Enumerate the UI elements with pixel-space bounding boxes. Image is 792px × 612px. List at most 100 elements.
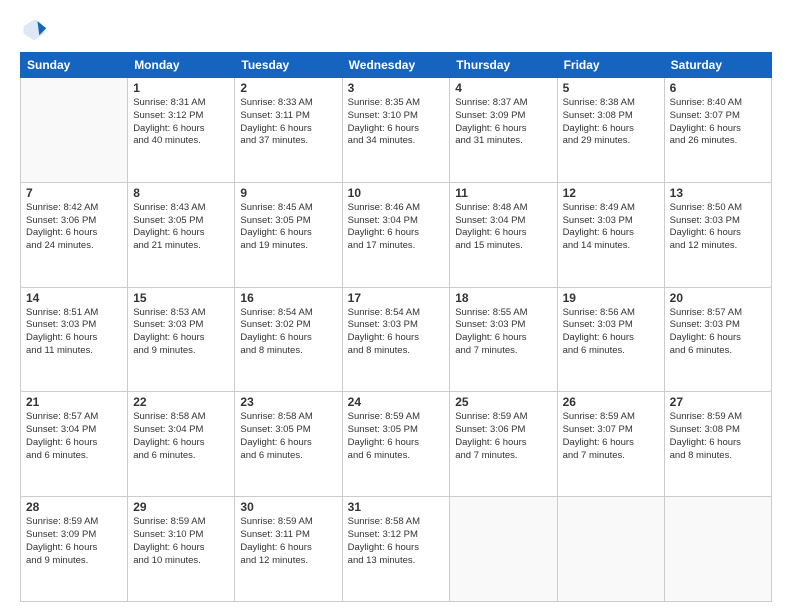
day-number: 29 — [133, 500, 229, 514]
day-number: 31 — [348, 500, 445, 514]
calendar-cell: 22 Sunrise: 8:58 AM Sunset: 3:04 PM Dayli… — [128, 392, 235, 497]
day-info: Sunrise: 8:59 AM Sunset: 3:09 PM Dayligh… — [26, 516, 122, 567]
day-number: 7 — [26, 186, 122, 200]
calendar-cell: 23 Sunrise: 8:58 AM Sunset: 3:05 PM Dayli… — [235, 392, 342, 497]
day-info: Sunrise: 8:58 AM Sunset: 3:04 PM Dayligh… — [133, 411, 229, 462]
calendar-cell: 14Sunrise: 8:51 AM Sunset: 3:03 PM Dayli… — [21, 287, 128, 392]
day-info: Sunrise: 8:59 AM Sunset: 3:05 PM Dayligh… — [348, 411, 445, 462]
day-number: 25 — [455, 395, 551, 409]
calendar-cell: 3 Sunrise: 8:35 AM Sunset: 3:10 PM Daylig… — [342, 78, 450, 183]
header-wednesday: Wednesday — [342, 53, 450, 78]
day-number: 10 — [348, 186, 445, 200]
day-info: Sunrise: 8:53 AM Sunset: 3:03 PM Dayligh… — [133, 307, 229, 358]
day-info: Sunrise: 8:50 AM Sunset: 3:03 PM Dayligh… — [670, 202, 766, 253]
day-number: 2 — [240, 81, 336, 95]
calendar-cell: 29Sunrise: 8:59 AM Sunset: 3:10 PM Dayli… — [128, 497, 235, 602]
day-info: Sunrise: 8:57 AM Sunset: 3:03 PM Dayligh… — [670, 307, 766, 358]
calendar-cell: 24 Sunrise: 8:59 AM Sunset: 3:05 PM Dayli… — [342, 392, 450, 497]
day-info: Sunrise: 8:59 AM Sunset: 3:07 PM Dayligh… — [563, 411, 659, 462]
day-number: 22 — [133, 395, 229, 409]
calendar-cell: 9 Sunrise: 8:45 AM Sunset: 3:05 PM Daylig… — [235, 182, 342, 287]
day-info: Sunrise: 8:35 AM Sunset: 3:10 PM Dayligh… — [348, 97, 445, 148]
calendar-cell: 6Sunrise: 8:40 AM Sunset: 3:07 PM Daylig… — [664, 78, 771, 183]
calendar-cell — [21, 78, 128, 183]
day-number: 18 — [455, 291, 551, 305]
calendar-cell: 5 Sunrise: 8:38 AM Sunset: 3:08 PM Daylig… — [557, 78, 664, 183]
calendar-cell: 1 Sunrise: 8:31 AM Sunset: 3:12 PM Daylig… — [128, 78, 235, 183]
calendar-week-5: 28 Sunrise: 8:59 AM Sunset: 3:09 PM Dayli… — [21, 497, 772, 602]
day-info: Sunrise: 8:48 AM Sunset: 3:04 PM Dayligh… — [455, 202, 551, 253]
day-number: 21 — [26, 395, 122, 409]
calendar-week-3: 14Sunrise: 8:51 AM Sunset: 3:03 PM Dayli… — [21, 287, 772, 392]
calendar-cell: 28 Sunrise: 8:59 AM Sunset: 3:09 PM Dayli… — [21, 497, 128, 602]
calendar-cell: 20Sunrise: 8:57 AM Sunset: 3:03 PM Dayli… — [664, 287, 771, 392]
calendar-cell: 16Sunrise: 8:54 AM Sunset: 3:02 PM Dayli… — [235, 287, 342, 392]
day-number: 30 — [240, 500, 336, 514]
calendar-cell: 17 Sunrise: 8:54 AM Sunset: 3:03 PM Dayli… — [342, 287, 450, 392]
header-saturday: Saturday — [664, 53, 771, 78]
calendar-cell: 10 Sunrise: 8:46 AM Sunset: 3:04 PM Dayli… — [342, 182, 450, 287]
calendar-cell: 8 Sunrise: 8:43 AM Sunset: 3:05 PM Daylig… — [128, 182, 235, 287]
calendar-cell: 30 Sunrise: 8:59 AM Sunset: 3:11 PM Dayli… — [235, 497, 342, 602]
day-number: 14 — [26, 291, 122, 305]
calendar-week-2: 7 Sunrise: 8:42 AM Sunset: 3:06 PM Daylig… — [21, 182, 772, 287]
day-info: Sunrise: 8:59 AM Sunset: 3:06 PM Dayligh… — [455, 411, 551, 462]
day-info: Sunrise: 8:45 AM Sunset: 3:05 PM Dayligh… — [240, 202, 336, 253]
calendar-cell — [664, 497, 771, 602]
day-info: Sunrise: 8:54 AM Sunset: 3:03 PM Dayligh… — [348, 307, 445, 358]
header-sunday: Sunday — [21, 53, 128, 78]
day-info: Sunrise: 8:37 AM Sunset: 3:09 PM Dayligh… — [455, 97, 551, 148]
calendar-cell: 15Sunrise: 8:53 AM Sunset: 3:03 PM Dayli… — [128, 287, 235, 392]
day-number: 17 — [348, 291, 445, 305]
day-number: 4 — [455, 81, 551, 95]
calendar-cell: 19 Sunrise: 8:56 AM Sunset: 3:03 PM Dayli… — [557, 287, 664, 392]
day-info: Sunrise: 8:56 AM Sunset: 3:03 PM Dayligh… — [563, 307, 659, 358]
calendar-cell: 7 Sunrise: 8:42 AM Sunset: 3:06 PM Daylig… — [21, 182, 128, 287]
day-number: 1 — [133, 81, 229, 95]
calendar-week-4: 21 Sunrise: 8:57 AM Sunset: 3:04 PM Dayli… — [21, 392, 772, 497]
header-friday: Friday — [557, 53, 664, 78]
day-number: 13 — [670, 186, 766, 200]
day-info: Sunrise: 8:58 AM Sunset: 3:05 PM Dayligh… — [240, 411, 336, 462]
calendar-table: Sunday Monday Tuesday Wednesday Thursday… — [20, 52, 772, 602]
day-number: 3 — [348, 81, 445, 95]
calendar-cell — [450, 497, 557, 602]
calendar-cell: 13 Sunrise: 8:50 AM Sunset: 3:03 PM Dayli… — [664, 182, 771, 287]
calendar-week-1: 1 Sunrise: 8:31 AM Sunset: 3:12 PM Daylig… — [21, 78, 772, 183]
day-number: 5 — [563, 81, 659, 95]
day-info: Sunrise: 8:49 AM Sunset: 3:03 PM Dayligh… — [563, 202, 659, 253]
day-number: 27 — [670, 395, 766, 409]
day-info: Sunrise: 8:38 AM Sunset: 3:08 PM Dayligh… — [563, 97, 659, 148]
day-info: Sunrise: 8:40 AM Sunset: 3:07 PM Dayligh… — [670, 97, 766, 148]
calendar-cell: 4 Sunrise: 8:37 AM Sunset: 3:09 PM Daylig… — [450, 78, 557, 183]
header-monday: Monday — [128, 53, 235, 78]
day-number: 11 — [455, 186, 551, 200]
day-info: Sunrise: 8:43 AM Sunset: 3:05 PM Dayligh… — [133, 202, 229, 253]
day-number: 28 — [26, 500, 122, 514]
page: Sunday Monday Tuesday Wednesday Thursday… — [0, 0, 792, 612]
calendar-cell: 12Sunrise: 8:49 AM Sunset: 3:03 PM Dayli… — [557, 182, 664, 287]
logo-icon — [20, 16, 48, 44]
day-info: Sunrise: 8:55 AM Sunset: 3:03 PM Dayligh… — [455, 307, 551, 358]
calendar-cell: 27Sunrise: 8:59 AM Sunset: 3:08 PM Dayli… — [664, 392, 771, 497]
day-number: 26 — [563, 395, 659, 409]
logo — [20, 16, 52, 44]
header — [20, 16, 772, 44]
calendar-cell: 25 Sunrise: 8:59 AM Sunset: 3:06 PM Dayli… — [450, 392, 557, 497]
day-info: Sunrise: 8:33 AM Sunset: 3:11 PM Dayligh… — [240, 97, 336, 148]
day-info: Sunrise: 8:46 AM Sunset: 3:04 PM Dayligh… — [348, 202, 445, 253]
day-number: 9 — [240, 186, 336, 200]
day-number: 24 — [348, 395, 445, 409]
calendar-cell: 21 Sunrise: 8:57 AM Sunset: 3:04 PM Dayli… — [21, 392, 128, 497]
day-number: 23 — [240, 395, 336, 409]
day-info: Sunrise: 8:57 AM Sunset: 3:04 PM Dayligh… — [26, 411, 122, 462]
day-info: Sunrise: 8:59 AM Sunset: 3:11 PM Dayligh… — [240, 516, 336, 567]
day-info: Sunrise: 8:31 AM Sunset: 3:12 PM Dayligh… — [133, 97, 229, 148]
calendar-cell: 11 Sunrise: 8:48 AM Sunset: 3:04 PM Dayli… — [450, 182, 557, 287]
calendar-cell: 2 Sunrise: 8:33 AM Sunset: 3:11 PM Daylig… — [235, 78, 342, 183]
header-tuesday: Tuesday — [235, 53, 342, 78]
day-number: 19 — [563, 291, 659, 305]
day-info: Sunrise: 8:42 AM Sunset: 3:06 PM Dayligh… — [26, 202, 122, 253]
day-number: 8 — [133, 186, 229, 200]
calendar-cell — [557, 497, 664, 602]
